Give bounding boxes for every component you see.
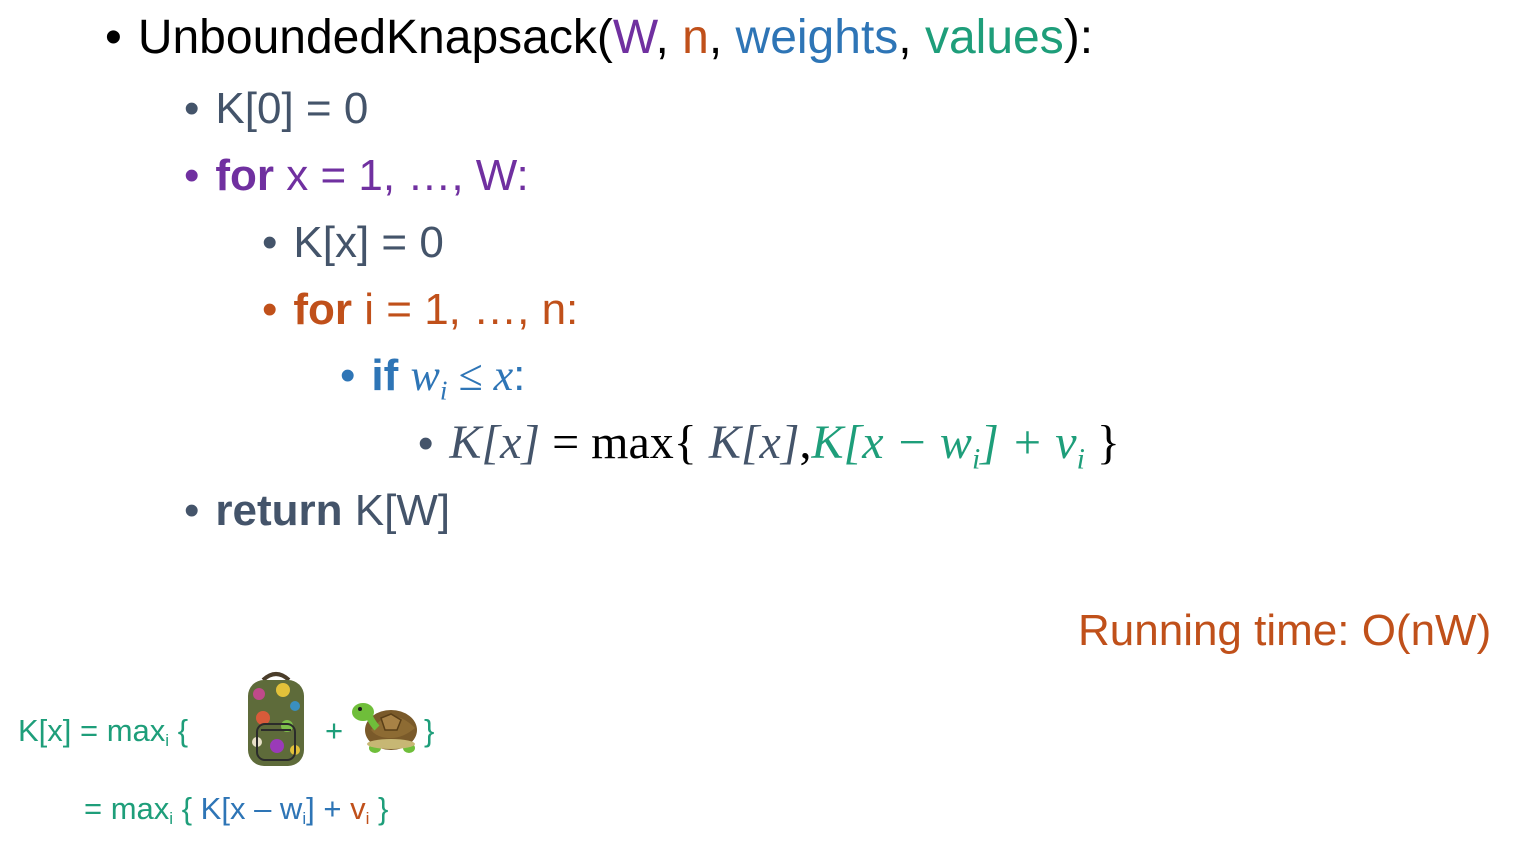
param-weights: weights <box>735 11 899 64</box>
return-text: K[W] <box>342 486 451 535</box>
comma: , <box>655 11 683 64</box>
if-keyword: if <box>371 351 399 400</box>
bullet: • <box>262 285 278 334</box>
for-keyword: for <box>215 151 275 200</box>
bullet: • <box>340 351 356 400</box>
if-line: • if wi ≤ x: <box>340 350 526 404</box>
v-term: vi <box>350 791 370 829</box>
for-keyword: for <box>293 285 353 334</box>
init-line: • K[0] = 0 <box>184 84 368 134</box>
init-text: K[0] = 0 <box>215 84 369 133</box>
bullet: • <box>184 486 200 535</box>
turtle-icon <box>347 694 423 758</box>
backpack-icon <box>243 670 309 770</box>
pic-eq-left: K[x] = max <box>18 713 166 748</box>
term-b: K[x − wi] + vi <box>811 416 1085 476</box>
return-keyword: return <box>215 486 343 535</box>
close-paren: ): <box>1063 11 1094 64</box>
param-n: n <box>682 11 709 64</box>
reset-line: • K[x] = 0 <box>262 218 444 268</box>
comma: , <box>898 11 925 64</box>
max-close: } <box>1084 416 1120 469</box>
return-line: • return K[W] <box>184 486 450 536</box>
w-var: w <box>410 351 440 400</box>
term-a: K[x] <box>708 416 800 469</box>
max-open: = max{ <box>540 416 709 469</box>
param-values: values <box>924 11 1064 64</box>
bullet: • <box>184 84 200 133</box>
expanded-equation: = maxi { K[x – wi] + vi } <box>84 791 389 829</box>
outer-for-line: • for x = 1, …, W: <box>184 151 529 201</box>
comma: , <box>708 11 736 64</box>
outer-for-text: x = 1, …, W: <box>274 151 529 200</box>
param-W: W <box>612 11 656 64</box>
x-var: x <box>493 351 514 400</box>
lhs: K[x] <box>449 416 541 469</box>
comma: , <box>799 416 812 469</box>
bullet: • <box>105 11 122 64</box>
running-time: Running time: O(nW) <box>1078 606 1492 655</box>
close-brace: } <box>424 713 435 748</box>
open-brace: { <box>169 713 189 748</box>
function-name: UnboundedKnapsack( <box>137 11 613 64</box>
inner-for-line: • for i = 1, …, n: <box>262 285 578 335</box>
picture-equation: K[x] = maxi { <box>18 713 189 751</box>
reset-text: K[x] = 0 <box>293 218 444 267</box>
bullet: • <box>418 419 434 468</box>
function-signature: • UnboundedKnapsack(W, n, weights, values… <box>105 10 1093 65</box>
plus-sign: + <box>325 713 344 748</box>
bullet: • <box>184 151 200 200</box>
colon: : <box>513 351 526 400</box>
k-term: K[x – wi] + <box>200 791 351 829</box>
inner-for-text: i = 1, …, n: <box>352 285 579 334</box>
bullet: • <box>262 218 278 267</box>
le-sign: ≤ <box>447 351 494 400</box>
recurrence-line: • K[x] = max{ K[x],K[x − wi] + vi } <box>418 415 1120 476</box>
